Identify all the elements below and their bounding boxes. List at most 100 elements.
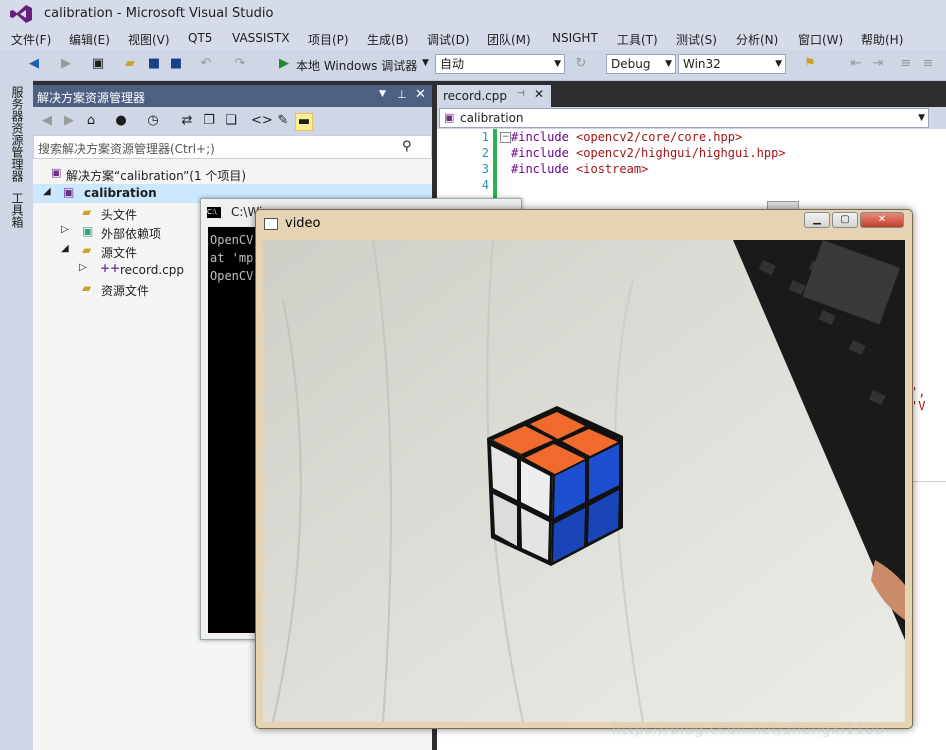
uncomment-icon[interactable]: ≡	[920, 56, 936, 72]
auto-combo[interactable]: 自动 ▼	[435, 54, 565, 74]
save-all-icon[interactable]: ■	[168, 56, 184, 72]
menu-vassistx[interactable]: VASSISTX	[232, 31, 290, 45]
menu-test[interactable]: 测试(S)	[676, 31, 717, 48]
pin-icon[interactable]: ⊥	[397, 88, 407, 101]
menu-window[interactable]: 窗口(W)	[798, 31, 843, 48]
source-files-node[interactable]: 源文件	[101, 244, 137, 261]
minimize-button[interactable]: ▁	[804, 212, 830, 228]
line-number: 2	[481, 146, 489, 160]
console-line: OpenCV	[210, 269, 254, 283]
save-icon[interactable]: ■	[146, 56, 162, 72]
window-icon	[264, 218, 278, 230]
search-icon[interactable]: ⚲	[402, 139, 412, 154]
properties-icon[interactable]: ✎	[275, 113, 291, 129]
line-number: 4	[481, 178, 489, 192]
external-deps-node[interactable]: 外部依赖项	[101, 225, 161, 242]
menu-file[interactable]: 文件(F)	[11, 31, 51, 48]
copy-icon[interactable]: ❏	[223, 113, 239, 129]
code-line: #include <opencv2/highgui/highgui.hpp>	[511, 146, 786, 160]
menu-debug[interactable]: 调试(D)	[427, 31, 470, 48]
menu-nsight[interactable]: NSIGHT	[552, 31, 598, 45]
redo-icon[interactable]: ↷	[232, 56, 248, 72]
menu-view[interactable]: 视图(V)	[128, 31, 170, 48]
solution-search-box[interactable]: 搜索解决方案资源管理器(Ctrl+;) ⚲	[33, 135, 432, 159]
menu-build[interactable]: 生成(B)	[367, 31, 409, 48]
start-debug-icon[interactable]: ▶	[276, 56, 292, 72]
auto-combo-value: 自动	[440, 57, 465, 71]
navigation-bar: ▣ calibration ▼	[437, 107, 946, 129]
menu-help[interactable]: 帮助(H)	[861, 31, 903, 48]
tab-label: record.cpp	[443, 89, 507, 103]
dependencies-icon: ▣	[82, 224, 94, 238]
video-window[interactable]: video ▁ ▢ ✕	[255, 209, 913, 729]
project-node[interactable]: calibration	[84, 186, 157, 200]
forward-icon[interactable]: ▶	[61, 113, 77, 129]
watermark: https://blog.csdn.net/zhengxi1100	[612, 722, 886, 738]
standard-toolbar: ◀ ▶ ▣ ▰ ■ ■ ↶ ↷ ▶ 本地 Windows 调试器 ▼ 自动 ▼ …	[0, 50, 946, 81]
server-explorer-tab[interactable]: 服务器资源管理器	[9, 86, 26, 182]
chevron-down-icon[interactable]: ▼	[422, 58, 429, 68]
tab-record-cpp[interactable]: record.cpp ⊣ ✕	[437, 85, 551, 107]
code-keyword: #include	[511, 130, 569, 144]
menu-edit[interactable]: 编辑(E)	[69, 31, 110, 48]
menu-bar: 文件(F) 编辑(E) 视图(V) QT5 VASSISTX 项目(P) 生成(…	[0, 28, 946, 50]
console-line: OpenCV	[210, 233, 254, 247]
menu-qt5[interactable]: QT5	[188, 31, 212, 45]
collapse-arrow-icon[interactable]: ◢	[61, 243, 69, 254]
chevron-down-icon: ▼	[554, 59, 561, 69]
platform-value: Win32	[683, 57, 721, 71]
maximize-button[interactable]: ▢	[832, 212, 858, 228]
close-icon[interactable]: ✕	[415, 87, 426, 102]
close-icon[interactable]: ✕	[534, 87, 544, 101]
collapse-all-icon[interactable]: ❐	[201, 113, 217, 129]
indent-icon[interactable]: ⇤	[848, 56, 864, 72]
code-line: #include <iostream>	[511, 162, 648, 176]
video-window-title: video	[285, 216, 321, 231]
new-project-icon[interactable]: ▣	[90, 56, 106, 72]
solution-node[interactable]: 解决方案“calibration”(1 个项目)	[66, 167, 246, 184]
history-icon[interactable]: ◷	[145, 113, 161, 129]
expand-arrow-icon[interactable]: ▷	[61, 224, 69, 235]
panel-menu-icon[interactable]: ▼	[379, 89, 386, 99]
console-icon: C:\	[207, 207, 221, 218]
back-icon[interactable]: ◀	[39, 113, 55, 129]
expand-arrow-icon[interactable]: ▷	[79, 262, 87, 273]
console-line: at 'mp	[210, 251, 254, 265]
globe-icon[interactable]: ●	[113, 113, 129, 129]
solution-explorer-header: 解决方案资源管理器 ▼ ⊥ ✕	[33, 85, 432, 107]
header-files-node[interactable]: 头文件	[101, 206, 137, 223]
menu-analyze[interactable]: 分析(N)	[736, 31, 778, 48]
collapse-arrow-icon[interactable]: ◢	[43, 186, 51, 197]
undo-icon[interactable]: ↶	[198, 56, 214, 72]
find-icon[interactable]: ⚑	[802, 56, 818, 72]
toolbox-tab[interactable]: 工具箱	[9, 192, 26, 228]
open-file-icon[interactable]: ▰	[122, 56, 138, 72]
title-bar: calibration - Microsoft Visual Studio	[0, 0, 946, 28]
webcam-scene	[263, 240, 905, 722]
menu-tools[interactable]: 工具(T)	[617, 31, 658, 48]
outdent-icon[interactable]: ⇥	[870, 56, 886, 72]
preview-icon[interactable]: ▬	[295, 113, 313, 131]
sync-icon[interactable]: ⇄	[179, 113, 195, 129]
pin-icon[interactable]: ⊣	[517, 89, 525, 99]
forward-icon[interactable]: ▶	[58, 56, 74, 72]
view-code-icon[interactable]: <>	[251, 113, 273, 129]
back-icon[interactable]: ◀	[26, 56, 42, 72]
divider	[911, 481, 946, 482]
folder-open-icon: ▰	[82, 243, 92, 257]
comment-icon[interactable]: ≡	[898, 56, 914, 72]
record-cpp-node[interactable]: record.cpp	[120, 263, 184, 277]
line-number: 1	[481, 130, 489, 144]
resource-files-node[interactable]: 资源文件	[101, 282, 149, 299]
platform-combo[interactable]: Win32 ▼	[678, 54, 786, 74]
menu-team[interactable]: 团队(M)	[487, 31, 531, 48]
close-button[interactable]: ✕	[860, 212, 904, 228]
start-debug-label[interactable]: 本地 Windows 调试器	[296, 57, 417, 74]
menu-project[interactable]: 项目(P)	[308, 31, 349, 48]
home-icon[interactable]: ⌂	[83, 113, 99, 129]
collapse-region-icon[interactable]: −	[500, 132, 511, 143]
refresh-icon[interactable]: ↻	[573, 56, 589, 72]
search-input[interactable]: 搜索解决方案资源管理器(Ctrl+;)	[38, 140, 215, 157]
configuration-combo[interactable]: Debug ▼	[606, 54, 676, 74]
scope-combo[interactable]: ▣ calibration ▼	[439, 108, 929, 128]
